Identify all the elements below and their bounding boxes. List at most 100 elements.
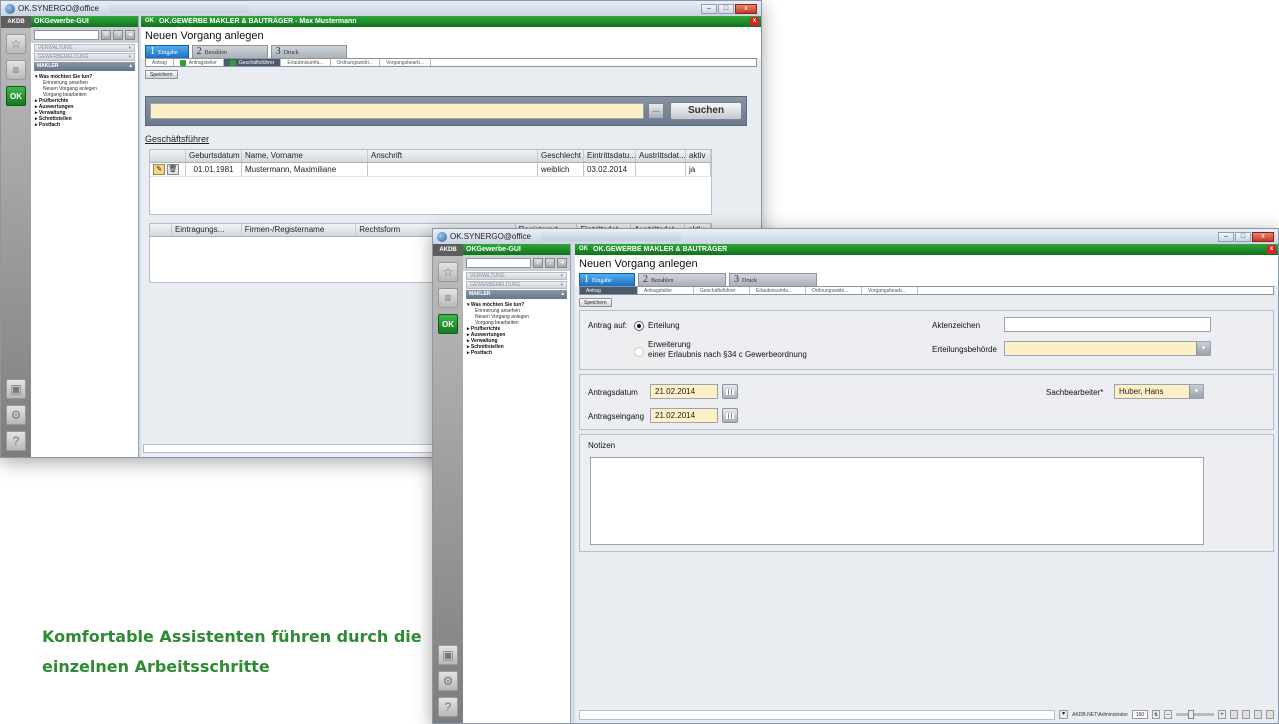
sidebar-section-makler[interactable]: MAKLER ▴ xyxy=(466,290,567,299)
step-bezahlen[interactable]: 2 Bezahlen xyxy=(191,45,268,58)
view-icon[interactable] xyxy=(1230,710,1238,719)
step-eingabe[interactable]: 1 Eingabe xyxy=(579,273,635,286)
search-input[interactable] xyxy=(150,103,644,119)
ok-app-icon[interactable]: OK xyxy=(6,86,26,106)
step-druck[interactable]: 3 Druck xyxy=(270,45,347,58)
settings-icon[interactable]: ⚙ xyxy=(438,671,458,691)
subtab-geschaeftsfuehrer[interactable]: Geschäftsführer xyxy=(694,287,750,294)
settings-icon[interactable]: ⚙ xyxy=(6,405,26,425)
caption-line-1: Komfortable Assistenten führen durch die xyxy=(42,627,422,646)
sidebar-down-icon[interactable]: ↓ xyxy=(545,258,555,268)
save-button[interactable]: Speichern xyxy=(145,70,178,79)
status-dropdown-icon[interactable]: ▾ xyxy=(1059,710,1069,719)
help-icon[interactable]: ? xyxy=(438,697,458,717)
sidebar-section-makler[interactable]: MAKLER ▴ xyxy=(34,62,135,71)
search-more-button[interactable]: ... xyxy=(648,103,664,119)
erteilungsbehoerde-select[interactable]: ▾ xyxy=(1004,341,1211,356)
app-logo-icon xyxy=(5,3,15,14)
maximize-button[interactable]: □ xyxy=(1235,231,1251,242)
sidebar-group-verwaltung[interactable]: VERWALTUNG ▾ xyxy=(466,272,567,280)
antragseingang-input[interactable]: 21.02.2014 xyxy=(650,408,718,423)
zoom-value[interactable]: 150 xyxy=(1132,710,1148,719)
subtab-ordnungswidrigkeit[interactable]: Ordnungswidri... xyxy=(331,59,380,66)
chevron-down-icon[interactable]: ▾ xyxy=(1196,342,1210,355)
minimize-button[interactable]: – xyxy=(1218,231,1234,242)
edit-icon[interactable] xyxy=(1254,710,1262,719)
page-title: Neuen Vorgang anlegen xyxy=(141,27,761,44)
tree-item[interactable]: ▸ Postfach xyxy=(35,122,134,128)
subtabs: Antrag Antragsteller Geschäftsführer Erl… xyxy=(145,58,757,67)
view-icon[interactable] xyxy=(1242,710,1250,719)
sidebar-list-icon[interactable]: ≡ xyxy=(101,30,111,40)
sidebar-list-icon[interactable]: ≡ xyxy=(533,258,543,268)
step-bezahlen[interactable]: 2 Bezahlen xyxy=(638,273,726,286)
image-icon[interactable]: ▣ xyxy=(438,645,458,665)
subtab-erlaubnisumfang[interactable]: Erlaubnisumfa... xyxy=(281,59,331,66)
subtab-vorgangsbearbeitung[interactable]: Vorgangsbearb... xyxy=(862,287,918,294)
aktenzeichen-input[interactable] xyxy=(1004,317,1211,332)
sidebar-group-gewerbemeldung[interactable]: GEWERBEMELDUNG ▾ xyxy=(34,53,135,61)
ok-app-icon[interactable]: OK xyxy=(438,314,458,334)
help-icon[interactable]: ? xyxy=(6,431,26,451)
tree-item[interactable]: ▸ Postfach xyxy=(467,350,566,356)
sidebar-search: ≡ ↓ ◂ xyxy=(463,255,570,271)
sidebar-back-icon[interactable]: ◂ xyxy=(557,258,567,268)
front-sidebar: OKGewerbe-GUI ≡ ↓ ◂ VERWALTUNG ▾ GEWERBEM… xyxy=(463,244,571,723)
step-eingabe[interactable]: 1 Eingabe xyxy=(145,45,189,58)
subtabs: Antrag Antragsteller Geschäftsführer Erl… xyxy=(579,286,1274,295)
sidebar-back-icon[interactable]: ◂ xyxy=(125,30,135,40)
page-title: Neuen Vorgang anlegen xyxy=(575,255,1278,272)
subtab-antragsteller[interactable]: Antragsteller xyxy=(174,59,224,66)
search-button[interactable]: Suchen xyxy=(670,102,742,120)
table-row[interactable]: ✎ 🗑 01.01.1981 Mustermann, Maximiliane w… xyxy=(150,163,711,177)
edit-pencil-icon[interactable]: ✎ xyxy=(153,164,165,175)
favorites-star-icon[interactable]: ☆ xyxy=(6,34,26,54)
back-sidebar: OKGewerbe-GUI ≡ ↓ ◂ VERWALTUNG ▾ GEWERBEM… xyxy=(31,16,139,457)
radio-erteilung[interactable] xyxy=(634,321,644,331)
list-icon[interactable]: ≡ xyxy=(438,288,458,308)
wizard-steps: 1 Eingabe 2 Bezahlen 3 Druck xyxy=(575,272,1278,286)
caption-line-2: einzelnen Arbeitsschritte xyxy=(42,657,270,676)
maximize-button[interactable]: □ xyxy=(718,3,734,14)
close-button[interactable]: x xyxy=(1252,231,1274,242)
zoom-in-icon[interactable]: + xyxy=(1218,710,1226,719)
minimize-button[interactable]: – xyxy=(701,3,717,14)
chevron-down-icon[interactable]: ▾ xyxy=(1189,385,1203,398)
sidebar-group-gewerbemeldung[interactable]: GEWERBEMELDUNG ▾ xyxy=(466,281,567,289)
zoom-out-icon[interactable]: – xyxy=(1164,710,1172,719)
close-button[interactable]: x xyxy=(735,3,757,14)
module-close-icon[interactable]: x xyxy=(1267,245,1276,254)
subtab-antragsteller[interactable]: Antragsteller xyxy=(638,287,694,294)
antragsdatum-input[interactable]: 21.02.2014 xyxy=(650,384,718,399)
back-window-title: OK.SYNERGO@office xyxy=(18,4,99,13)
subtab-antrag[interactable]: Antrag xyxy=(146,59,174,66)
notizen-textarea[interactable] xyxy=(590,457,1204,545)
back-window-controls: – □ x xyxy=(701,3,757,14)
subtab-antrag[interactable]: Antrag xyxy=(580,287,638,294)
delete-trash-icon[interactable]: 🗑 xyxy=(167,164,179,175)
save-button[interactable]: Speichern xyxy=(579,298,612,307)
favorites-star-icon[interactable]: ☆ xyxy=(438,262,458,282)
window-icon[interactable] xyxy=(1266,710,1274,719)
zoom-slider[interactable] xyxy=(1176,710,1214,719)
module-close-icon[interactable]: x xyxy=(750,17,759,26)
sachbearbeiter-select[interactable]: Huber, Hans ▾ xyxy=(1114,384,1204,399)
sidebar-search-input[interactable] xyxy=(466,258,531,268)
image-icon[interactable]: ▣ xyxy=(6,379,26,399)
marketing-caption: Komfortable Assistenten führen durch die… xyxy=(42,622,422,682)
list-icon[interactable]: ≡ xyxy=(6,60,26,80)
subtab-vorgangsbearbeitung[interactable]: Vorgangsbearb... xyxy=(380,59,432,66)
radio-erweiterung[interactable] xyxy=(634,347,644,357)
calendar-icon[interactable] xyxy=(722,384,738,399)
sidebar-group-verwaltung[interactable]: VERWALTUNG ▾ xyxy=(34,44,135,52)
front-window-controls: – □ x xyxy=(1218,231,1274,242)
sidebar-down-icon[interactable]: ↓ xyxy=(113,30,123,40)
module-header: OK OK.GEWERBE MAKLER & BAUTRÄGER x xyxy=(575,244,1278,255)
step-druck[interactable]: 3 Druck xyxy=(729,273,817,286)
subtab-geschaeftsfuehrer[interactable]: Geschäftsführer xyxy=(223,59,282,66)
subtab-erlaubnisumfang[interactable]: Erlaubnisumfa... xyxy=(750,287,806,294)
sidebar-search-input[interactable] xyxy=(34,30,99,40)
zoom-stepper-icon[interactable]: ⇅ xyxy=(1152,710,1160,719)
subtab-ordnungswidrigkeit[interactable]: Ordnungswidri... xyxy=(806,287,862,294)
calendar-icon[interactable] xyxy=(722,408,738,423)
